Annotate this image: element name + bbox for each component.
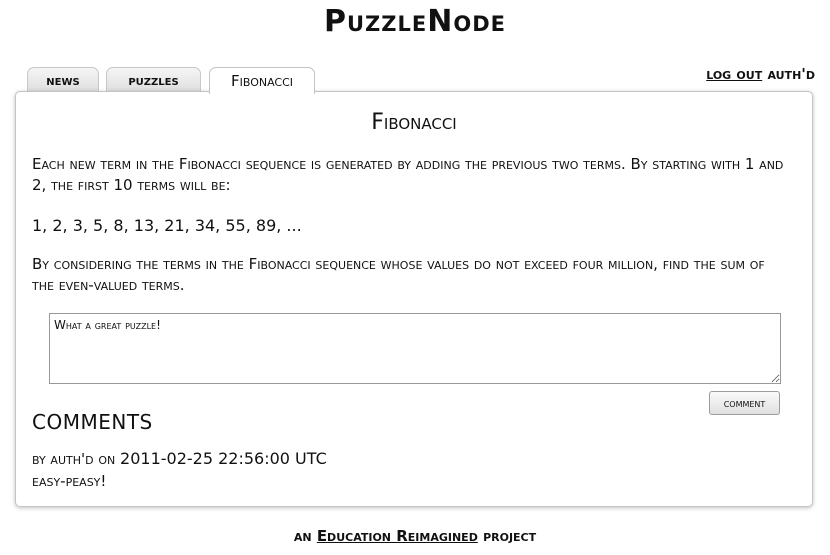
user-bar: log out auth'd (706, 65, 815, 83)
comment-input[interactable]: What a great puzzle! (49, 313, 781, 384)
comment-timestamp: 2011-02-25 22:56:00 UTC (120, 449, 327, 468)
puzzle-description: Each new term in the Fibonacci sequence … (32, 155, 784, 194)
comment-button[interactable]: comment (709, 391, 780, 415)
comments-heading: COMMENTS (32, 410, 153, 434)
puzzle-title: Fibonacci (371, 110, 457, 135)
comment-meta: by auth'd on 2011-02-25 22:56:00 UTC (32, 449, 327, 468)
tab-news[interactable]: news (27, 67, 99, 92)
tab-puzzles[interactable]: puzzles (106, 67, 201, 92)
footer-prefix: an (293, 527, 312, 545)
footer: an Education Reimagined project (0, 527, 830, 545)
comment-body: easy-peasy! (32, 472, 107, 490)
puzzle-question: By considering the terms in the Fibonacc… (32, 255, 765, 294)
fibonacci-sequence: 1, 2, 3, 5, 8, 13, 21, 34, 55, 89, ... (32, 216, 302, 235)
username-label: auth'd (767, 65, 815, 83)
footer-suffix: project (483, 527, 537, 545)
logout-link[interactable]: log out (706, 65, 762, 83)
education-reimagined-link[interactable]: Education Reimagined (317, 527, 478, 545)
puzzle-panel: Fibonacci Each new term in the Fibonacci… (15, 91, 813, 507)
comment-author: by auth'd on (32, 450, 116, 468)
site-title: PuzzleNode (324, 4, 506, 39)
tab-fibonacci[interactable]: Fibonacci (209, 67, 315, 94)
